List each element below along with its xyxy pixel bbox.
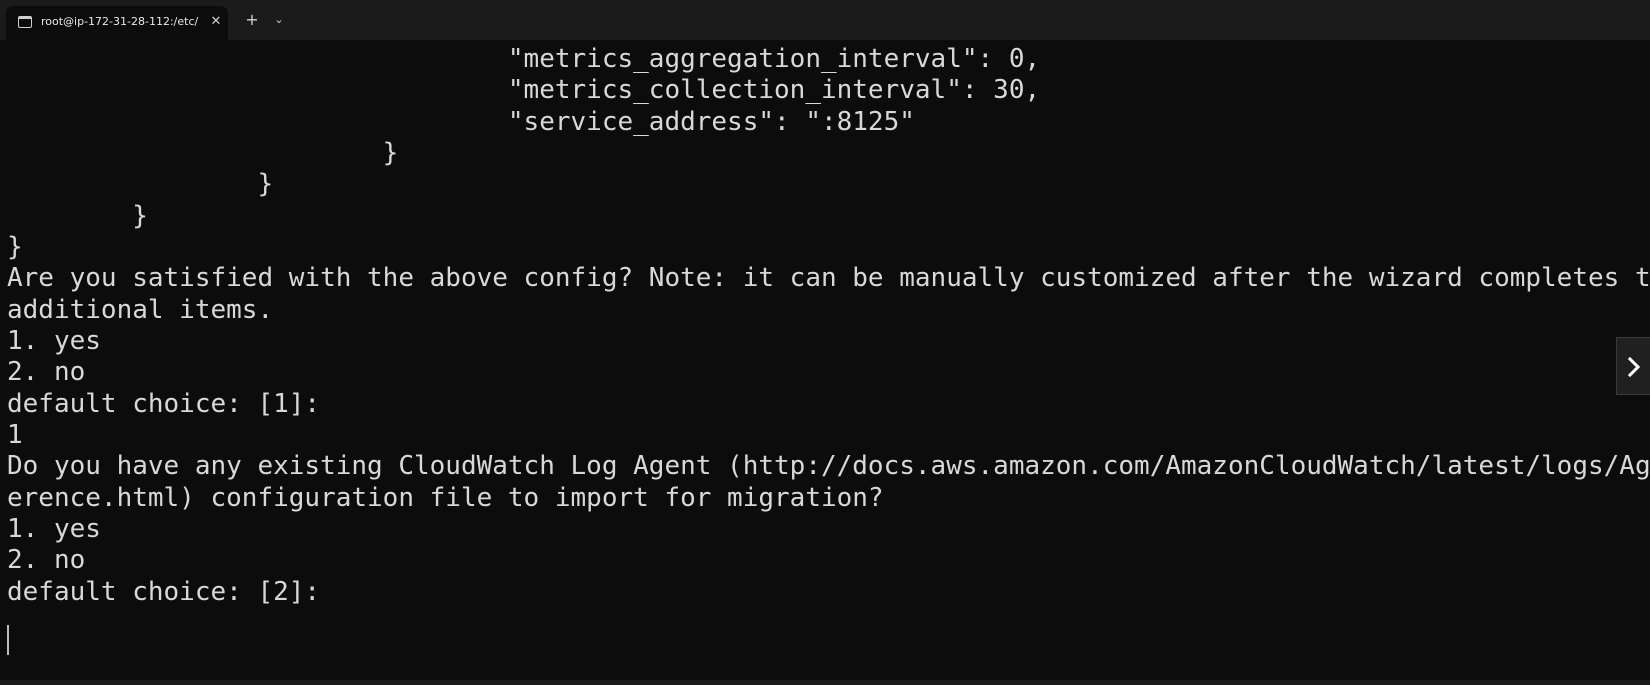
terminal-line: default choice: [2]: <box>7 577 321 607</box>
terminal-line: } <box>7 201 148 231</box>
terminal-line: } <box>7 169 274 199</box>
terminal-line: default choice: [1]: <box>7 389 321 419</box>
terminal-line: 1. yes <box>7 326 101 356</box>
terminal-line: 2. no <box>7 357 86 387</box>
terminal-line: Are you satisfied with the above config?… <box>7 263 1650 293</box>
terminal-line: "metrics_collection_interval": 30, <box>7 75 1041 105</box>
terminal-line: Do you have any existing CloudWatch Log … <box>7 451 1650 481</box>
close-icon[interactable]: ✕ <box>208 13 224 31</box>
chevron-down-icon[interactable]: ⌄ <box>270 10 288 30</box>
terminal-line: 2. no <box>7 545 86 575</box>
terminal-line: "metrics_aggregation_interval": 0, <box>7 44 1041 74</box>
terminal-tab[interactable]: root@ip-172-31-28-112:/etc/h ✕ <box>6 6 228 40</box>
terminal-line: 1 <box>7 420 23 450</box>
tab-title: root@ip-172-31-28-112:/etc/h <box>41 15 199 28</box>
terminal-output[interactable]: "metrics_aggregation_interval": 0, "metr… <box>0 40 1650 680</box>
window-bottom-border <box>0 680 1650 685</box>
chevron-right-icon <box>1627 356 1641 378</box>
terminal-line: erence.html) configuration file to impor… <box>7 483 884 513</box>
title-bar: root@ip-172-31-28-112:/etc/h ✕ + ⌄ <box>0 0 1650 40</box>
scroll-right-button[interactable] <box>1616 337 1650 395</box>
terminal-window: root@ip-172-31-28-112:/etc/h ✕ + ⌄ "metr… <box>0 0 1650 685</box>
terminal-line: 1. yes <box>7 514 101 544</box>
plus-icon[interactable]: + <box>243 10 261 30</box>
terminal-line: "service_address": ":8125" <box>7 107 915 137</box>
text-cursor <box>7 625 9 655</box>
terminal-line: additional items. <box>7 295 274 325</box>
terminal-line: } <box>7 232 23 262</box>
terminal-line: } <box>7 138 399 168</box>
terminal-icon <box>18 16 32 28</box>
